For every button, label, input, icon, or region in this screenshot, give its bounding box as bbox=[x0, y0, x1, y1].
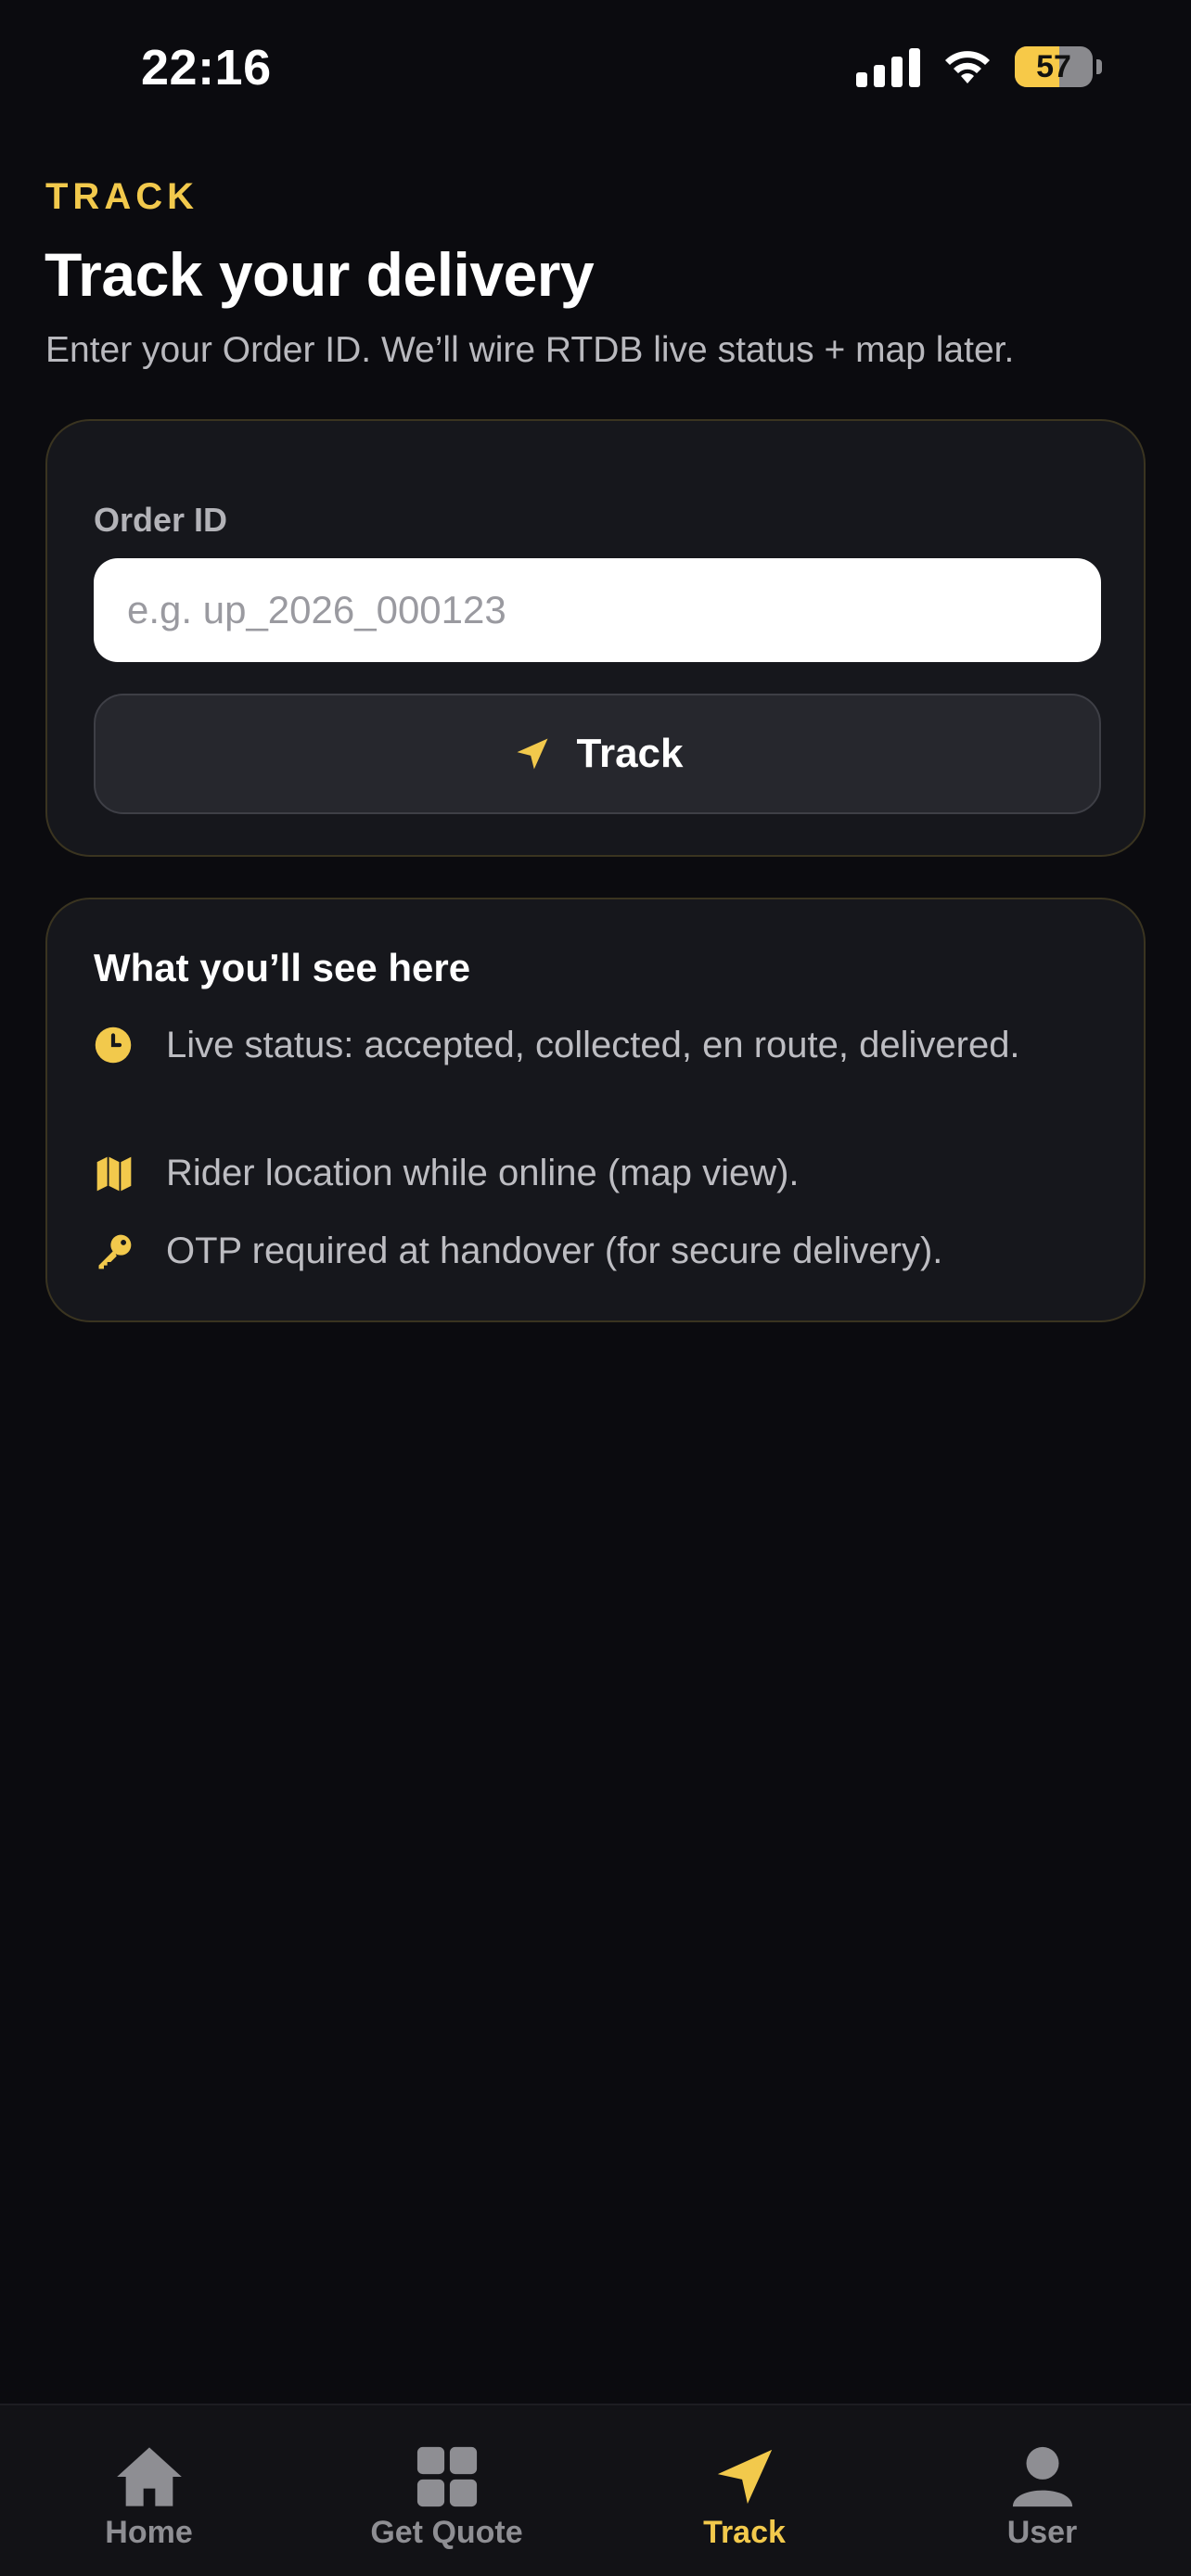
track-button-label: Track bbox=[576, 731, 684, 776]
info-title: What you’ll see here bbox=[94, 946, 471, 989]
key-icon bbox=[98, 1234, 132, 1269]
info-item-text: Live status: accepted, collected, en rou… bbox=[166, 1025, 1020, 1065]
user-icon bbox=[1012, 2446, 1072, 2507]
tab-home[interactable]: Home bbox=[0, 2405, 298, 2576]
page-title: Track your delivery bbox=[45, 240, 595, 309]
clock-icon bbox=[95, 1027, 132, 1064]
info-item-text: Rider location while online (map view). bbox=[166, 1153, 800, 1193]
tab-label: Track bbox=[703, 2515, 786, 2550]
info-card: What you’ll see here Live status: accept… bbox=[45, 898, 1146, 1322]
track-screen: 22:16 57 TRACK Track your delivery Enter… bbox=[0, 0, 1191, 2576]
info-item-location: Rider location while online (map view). bbox=[94, 1148, 1097, 1198]
map-icon bbox=[96, 1156, 132, 1192]
battery-percent: 57 bbox=[1036, 48, 1071, 84]
navigation-arrow-icon bbox=[717, 2449, 772, 2505]
navigation-arrow-icon bbox=[517, 738, 547, 770]
home-icon bbox=[116, 2447, 182, 2506]
status-bar: 22:16 57 bbox=[0, 0, 1191, 139]
tab-label: Home bbox=[105, 2515, 193, 2550]
track-button[interactable]: Track bbox=[94, 694, 1101, 814]
battery-icon: 57 bbox=[1015, 46, 1093, 87]
status-icons: 57 bbox=[856, 46, 1102, 87]
tab-user[interactable]: User bbox=[893, 2405, 1191, 2576]
info-item-status: Live status: accepted, collected, en rou… bbox=[94, 1020, 1097, 1070]
page-subtitle: Enter your Order ID. We’ll wire RTDB liv… bbox=[45, 330, 1015, 370]
tab-track[interactable]: Track bbox=[596, 2405, 893, 2576]
order-id-input[interactable] bbox=[94, 558, 1101, 662]
wifi-icon bbox=[945, 51, 990, 83]
cellular-signal-icon bbox=[856, 46, 920, 87]
grid-icon bbox=[416, 2446, 477, 2507]
battery-cap bbox=[1096, 59, 1102, 74]
bottom-tab-bar: Home Get Quote Track User bbox=[0, 2404, 1191, 2576]
section-eyebrow: TRACK bbox=[45, 176, 198, 217]
order-id-label: Order ID bbox=[94, 501, 228, 539]
order-form-card: Order ID Track bbox=[45, 419, 1146, 857]
tab-label: Get Quote bbox=[370, 2515, 523, 2550]
info-item-otp: OTP required at handover (for secure del… bbox=[94, 1226, 1097, 1276]
status-time: 22:16 bbox=[141, 40, 272, 96]
tab-label: User bbox=[1006, 2515, 1078, 2550]
info-item-text: OTP required at handover (for secure del… bbox=[166, 1231, 943, 1271]
tab-get-quote[interactable]: Get Quote bbox=[298, 2405, 596, 2576]
